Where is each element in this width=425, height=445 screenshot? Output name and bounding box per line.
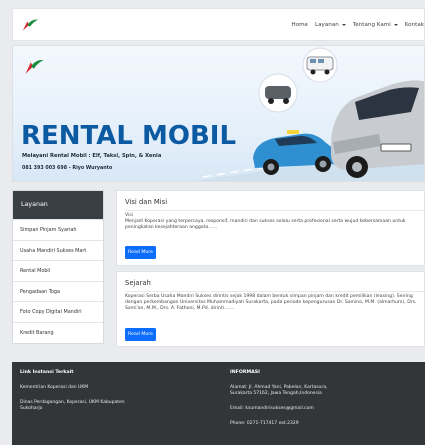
footer-link-dinas[interactable]: Dinas Perdagangan, Koperasi, UKM Kabupat… bbox=[20, 400, 128, 412]
hero-contact: 081 393 003 698 - Riyo Wuryanto bbox=[22, 166, 113, 171]
footer-address: Alamat: Jl. Ahmad Yani, Pabelan, Kartasu… bbox=[230, 385, 328, 396]
sidebar-layanan: Layanan Simpan Pinjam Syariah Usaha Mand… bbox=[12, 190, 104, 344]
chevron-down-icon bbox=[393, 23, 398, 26]
sidebar-item-pengadaan-toga[interactable]: Pengadaan Toga bbox=[13, 280, 103, 302]
footer-links-title: Link Instansi Terkait bbox=[20, 370, 74, 375]
nav-item-tentang-kami[interactable]: Tentang Kami bbox=[353, 22, 398, 28]
card-divider bbox=[125, 291, 424, 292]
read-more-button[interactable]: Read More bbox=[125, 328, 156, 341]
card-title: Visi dan Misi bbox=[125, 198, 168, 206]
footer-email: Email: ksumandirisukses@gmail.com bbox=[230, 406, 314, 411]
hero-logo-icon bbox=[25, 60, 44, 74]
hero-banner: RENTAL MOBIL Melayani Rental Mobil : Elf… bbox=[12, 45, 425, 182]
nav-item-kontak[interactable]: Kontak bbox=[405, 22, 424, 28]
card-divider bbox=[125, 210, 424, 211]
nav-label-home: Home bbox=[291, 21, 309, 28]
card-body: Visi Menjadi Koperasi yang terpercaya, r… bbox=[125, 213, 406, 231]
sidebar-item-rental-mobil[interactable]: Rental Mobil bbox=[13, 260, 103, 281]
sidebar-item-usaha-mandiri[interactable]: Usaha Mandiri Sukses Mart bbox=[13, 239, 103, 261]
footer-info-title: INFORMASI bbox=[230, 370, 260, 375]
hero-car-illustration bbox=[195, 47, 424, 181]
read-more-button[interactable]: Read More bbox=[125, 246, 156, 259]
footer: Link Instansi Terkait Kementrian Koperas… bbox=[12, 362, 425, 445]
nav-label-layanan: Layanan bbox=[315, 21, 339, 28]
nav-item-layanan[interactable]: Layanan bbox=[315, 22, 346, 28]
card-sejarah: Sejarah Koperasi Serba Usaha Mandiri Suk… bbox=[116, 271, 425, 347]
card-body: Koperasi Serba Usaha Mandiri Sukses diri… bbox=[125, 294, 417, 312]
card-visi-misi: Visi dan Misi Visi Menjadi Koperasi yang… bbox=[116, 190, 425, 266]
sidebar-item-kredit-barang[interactable]: Kredit Barang bbox=[13, 321, 103, 343]
nav-menu: Home Layanan Tentang Kami Kontak bbox=[291, 9, 424, 40]
nav-label-tentang-kami: Tentang Kami bbox=[352, 21, 391, 28]
card-title: Sejarah bbox=[125, 279, 151, 287]
footer-links: Link Instansi Terkait Kementrian Koperas… bbox=[20, 370, 128, 412]
sidebar-item-foto-copy[interactable]: Foto Copy Digital Mandiri bbox=[13, 301, 103, 322]
nav-item-home[interactable]: Home bbox=[291, 22, 308, 28]
footer-phone: Phone: 0271-717417 ext.2329 bbox=[230, 421, 299, 426]
sidebar-item-simpan-pinjam[interactable]: Simpan Pinjam Syariah bbox=[13, 219, 103, 240]
sidebar-title: Layanan bbox=[13, 191, 103, 219]
navbar: Home Layanan Tentang Kami Kontak bbox=[12, 8, 425, 41]
footer-link-kemenkop[interactable]: Kementrian Koperasi dan UKM bbox=[20, 385, 128, 391]
nav-label-kontak: Kontak bbox=[404, 21, 424, 28]
chevron-down-icon bbox=[341, 23, 346, 26]
brand-logo-icon[interactable] bbox=[21, 17, 39, 33]
footer-info: INFORMASI Alamat: Jl. Ahmad Yani, Pabela… bbox=[230, 370, 420, 427]
hero-subtitle: Melayani Rental Mobil : Elf, Taksi, Spin… bbox=[22, 153, 162, 159]
